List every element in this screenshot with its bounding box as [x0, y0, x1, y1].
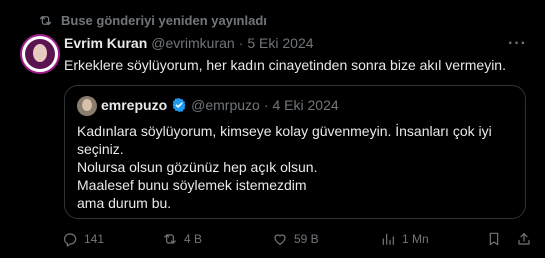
- quoted-text-line: ama durum bu.: [77, 195, 172, 211]
- repost-icon: [39, 15, 52, 25]
- quoted-text-line: Maalesef bunu söylemek istemezdim: [77, 177, 307, 193]
- author-avatar[interactable]: [20, 34, 60, 74]
- reply-count: 141: [84, 232, 105, 246]
- quoted-text-line: Nolursa olsun gözünüz hep açık olsun.: [77, 159, 318, 175]
- quoted-tweet-text: Kadınlara söylüyorum, kimseye kolay güve…: [77, 122, 517, 212]
- share-button[interactable]: [516, 229, 532, 249]
- repost-text: Buse gönderiyi yeniden yayınladı: [61, 12, 267, 28]
- reply-button[interactable]: 141: [62, 229, 104, 249]
- action-bar: 141 4 B 59 B 1 Mn: [62, 229, 530, 249]
- quoted-author-handle: @emrpuzo: [191, 97, 260, 113]
- like-button[interactable]: 59 B: [272, 229, 319, 249]
- quoted-text-line: Kadınlara söylüyorum, kimseye kolay güve…: [77, 123, 492, 139]
- more-options-icon[interactable]: ···: [508, 35, 527, 53]
- repost-indicator: Buse gönderiyi yeniden yayınladı: [38, 11, 267, 29]
- quoted-tweet[interactable]: emrepuzo @emrpuzo · 4 Eki 2024 Kadınlara…: [64, 85, 526, 219]
- bookmark-button[interactable]: [486, 229, 502, 249]
- repost-button[interactable]: 4 B: [162, 229, 202, 249]
- heart-icon: [274, 234, 286, 245]
- views-count: 1 Mn: [402, 232, 429, 246]
- repost-icon: [164, 234, 176, 244]
- tweet-text: Erkeklere söylüyorum, her kadın cinayeti…: [64, 57, 506, 73]
- tweet-date[interactable]: 5 Eki 2024: [247, 35, 313, 51]
- views-button[interactable]: 1 Mn: [380, 229, 429, 249]
- quoted-author-name: emrepuzo: [101, 97, 168, 113]
- separator-dot: ·: [263, 97, 269, 113]
- author-handle[interactable]: @evrimkuran: [151, 35, 234, 51]
- quoted-tweet-date: 4 Eki 2024: [272, 97, 339, 113]
- quoted-text-line: seçiniz.: [77, 141, 124, 157]
- reply-icon: [64, 233, 77, 247]
- repost-count: 4 B: [184, 232, 203, 246]
- quoted-author-avatar: [77, 96, 97, 116]
- separator-dot: ·: [238, 35, 244, 51]
- views-icon: [382, 233, 394, 245]
- author-name[interactable]: Evrim Kuran: [64, 35, 147, 51]
- bookmark-icon: [489, 232, 499, 246]
- verified-badge-icon: [172, 98, 186, 112]
- quoted-tweet-header: emrepuzo @emrpuzo · 4 Eki 2024: [101, 97, 339, 113]
- like-count: 59 B: [294, 232, 319, 246]
- tweet-header: Evrim Kuran @evrimkuran · 5 Eki 2024: [64, 35, 314, 51]
- share-icon: [518, 233, 530, 245]
